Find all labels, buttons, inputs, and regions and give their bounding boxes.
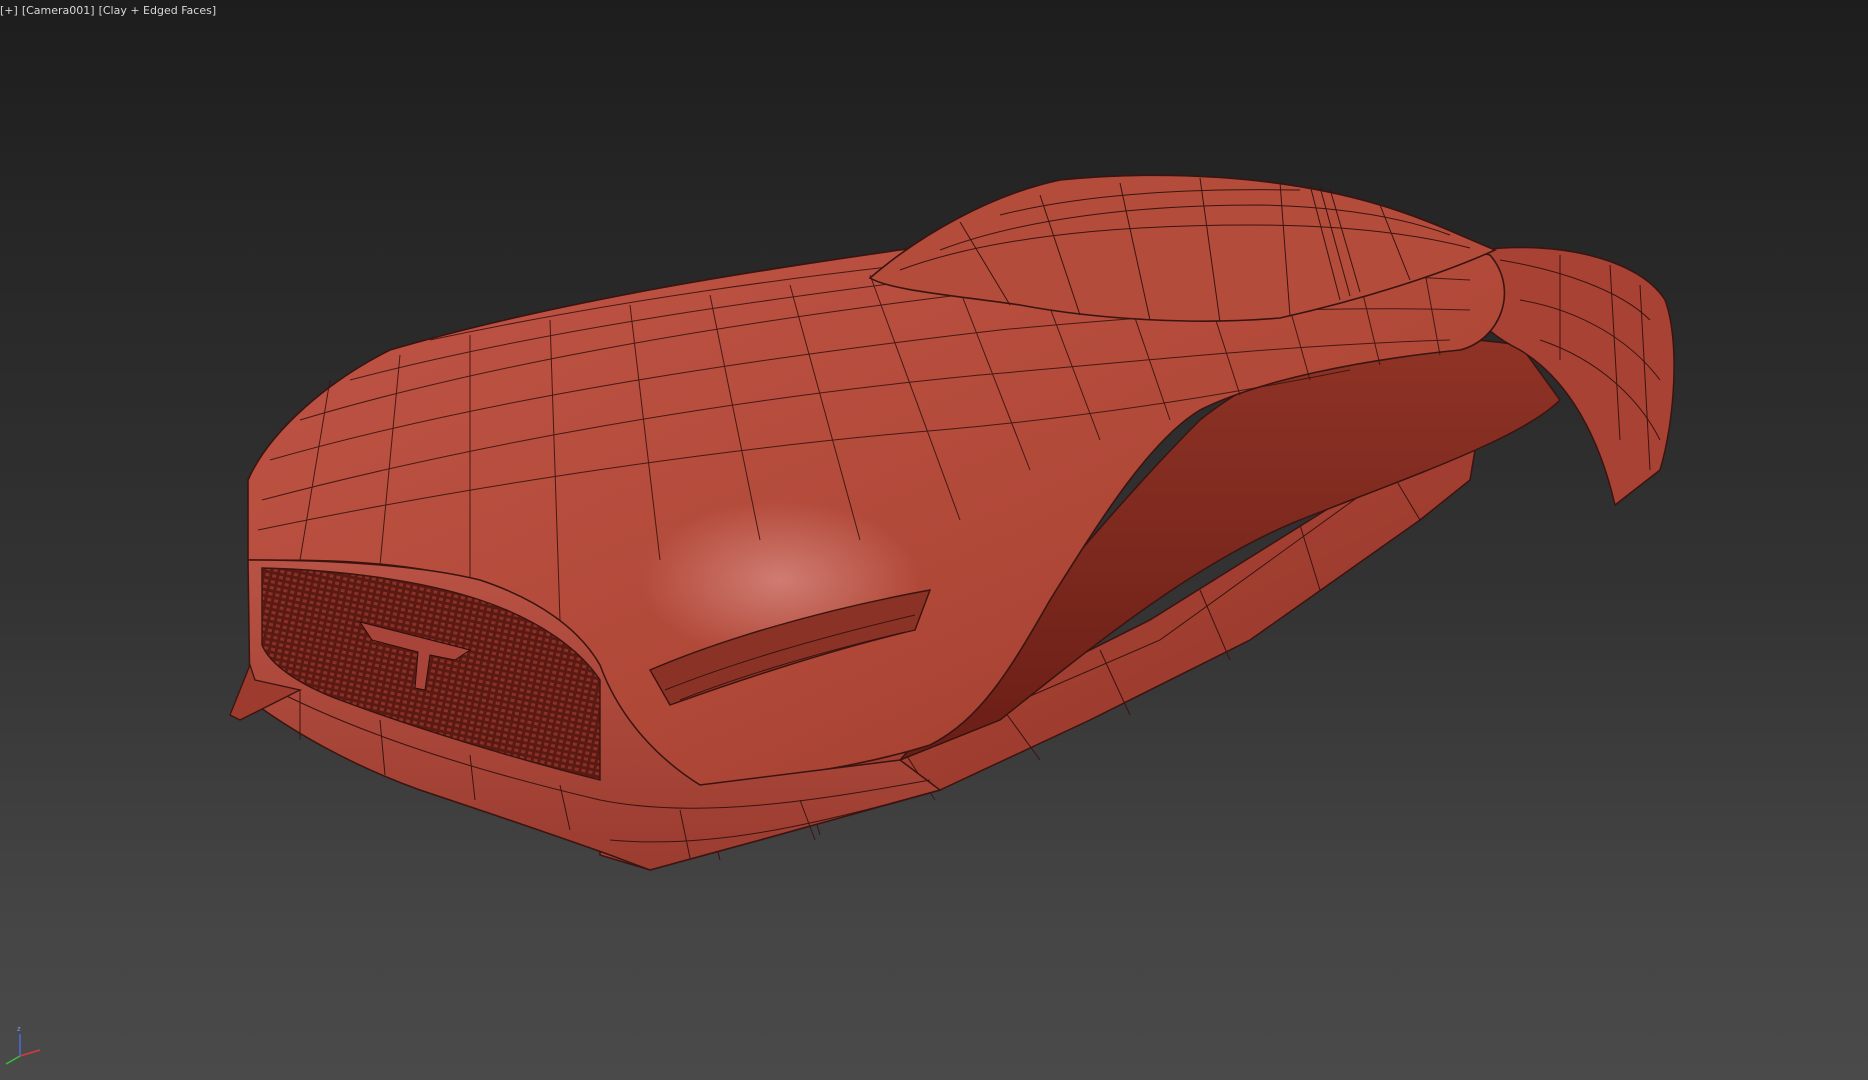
x-axis-icon bbox=[19, 1049, 41, 1057]
z-axis-label: z bbox=[17, 1025, 21, 1033]
y-axis-icon bbox=[5, 1055, 21, 1065]
axis-gizmo[interactable]: z bbox=[0, 1020, 48, 1072]
viewport-perspective[interactable]: [+] [Camera001] [Clay + Edged Faces] z bbox=[0, 0, 1868, 1080]
car-body-mesh[interactable] bbox=[0, 0, 1868, 1080]
